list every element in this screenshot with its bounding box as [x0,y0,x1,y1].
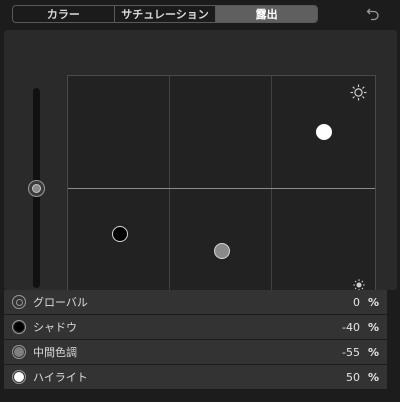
row-label: シャドウ [33,321,77,334]
row-unit: % [367,320,379,334]
global-slider-knob[interactable] [28,180,45,197]
row-label: ハイライト [33,371,88,384]
tab-bar: カラー サチュレーション 露出 [12,5,318,23]
exposure-board[interactable] [67,75,376,302]
row-unit: % [367,370,379,384]
global-knob-center [32,184,41,193]
row-midtones[interactable]: 中間色調 -55 % [4,340,387,364]
shadows-ring-icon [12,320,26,334]
row-value[interactable]: -40 [342,321,360,334]
highlights-ring-icon [12,370,26,384]
midtones-ring-icon [12,345,26,359]
row-highlights[interactable]: ハイライト 50 % [4,365,387,389]
row-value[interactable]: 50 [346,371,360,384]
midtones-puck[interactable] [214,243,230,259]
row-shadows[interactable]: シャドウ -40 % [4,315,387,339]
parameter-list: グローバル 0 % シャドウ -40 % 中間色調 -55 % ハイライト 50… [4,290,387,390]
row-unit: % [367,295,379,309]
row-label: グローバル [33,296,88,309]
sun-large-icon [350,84,367,101]
row-value[interactable]: 0 [353,296,360,309]
color-board-panel [4,30,397,302]
shadows-puck[interactable] [112,226,128,242]
zero-line [68,188,375,189]
row-unit: % [367,345,379,359]
row-value[interactable]: -55 [342,346,360,359]
tab-exposure[interactable]: 露出 [216,6,317,22]
undo-button[interactable] [364,5,382,23]
undo-icon [366,8,379,21]
tab-color[interactable]: カラー [13,6,115,22]
highlights-puck[interactable] [316,124,332,140]
tab-saturation[interactable]: サチュレーション [115,6,217,22]
row-label: 中間色調 [33,346,77,359]
global-ring-icon [12,295,26,309]
row-global[interactable]: グローバル 0 % [4,290,387,314]
